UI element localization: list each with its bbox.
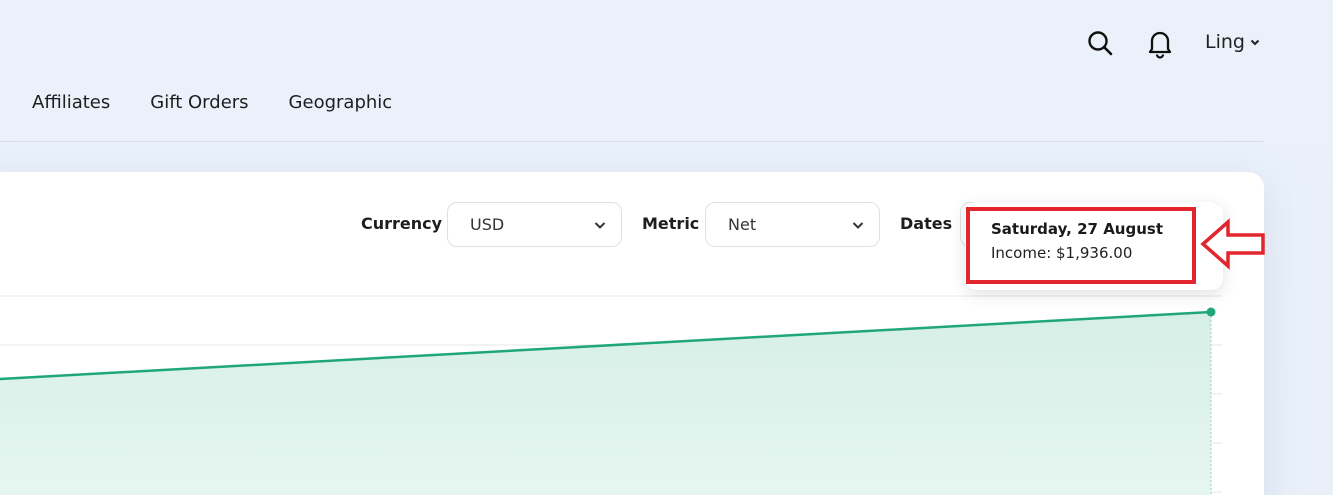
currency-value: USD <box>470 215 505 234</box>
metric-select[interactable]: Net <box>705 202 880 247</box>
notifications-button[interactable] <box>1145 28 1175 59</box>
search-button[interactable] <box>1085 28 1115 58</box>
data-point[interactable] <box>1206 307 1216 317</box>
tab-geographic[interactable]: Geographic <box>289 92 393 113</box>
metric-value: Net <box>728 215 757 234</box>
dates-label: Dates <box>900 214 953 233</box>
chevron-down-icon <box>1250 39 1260 46</box>
chevron-down-icon <box>852 221 864 229</box>
tab-affiliates[interactable]: Affiliates <box>32 92 110 113</box>
highlight-box <box>966 207 1196 284</box>
user-menu[interactable]: Ling <box>1205 31 1261 53</box>
currency-label: Currency <box>361 214 443 233</box>
nav-divider <box>0 141 1263 142</box>
currency-select[interactable]: USD <box>447 202 622 247</box>
income-area <box>0 312 1211 495</box>
tab-gift-orders[interactable]: Gift Orders <box>150 92 248 113</box>
user-name: Ling <box>1205 31 1245 53</box>
chevron-down-icon <box>594 221 606 229</box>
report-tabs: Affiliates Gift Orders Geographic <box>32 92 392 113</box>
metric-label: Metric <box>642 214 700 233</box>
bell-icon <box>1148 31 1172 59</box>
income-chart <box>0 295 1222 495</box>
search-icon <box>1088 31 1113 56</box>
annotation-arrow-icon <box>1200 218 1265 270</box>
